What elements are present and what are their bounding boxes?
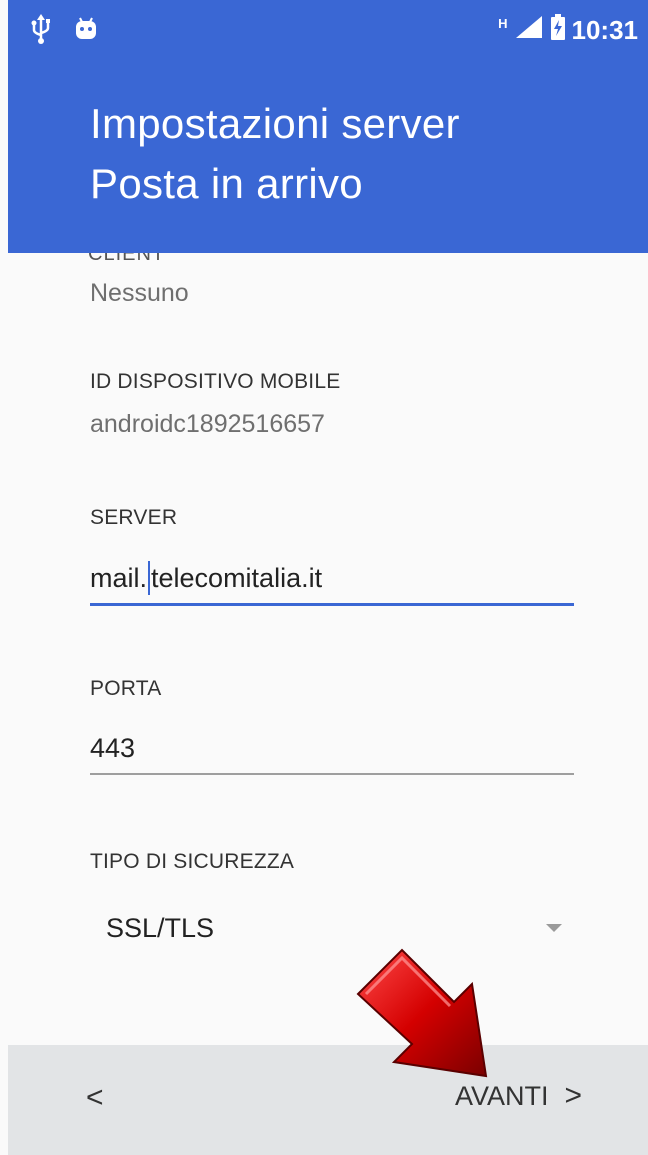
status-left-icons (30, 14, 98, 49)
page-title-line1: Impostazioni server (90, 100, 460, 147)
chevron-right-icon: > (564, 1079, 582, 1112)
signal-icon (514, 14, 544, 47)
device-id-label: ID DISPOSITIVO MOBILE (90, 370, 341, 393)
security-type-label: TIPO DI SICUREZZA (90, 850, 295, 873)
status-right: H 10:31 (498, 14, 638, 47)
clock: 10:31 (571, 15, 639, 45)
server-input-text-after: telecomitalia.it (151, 562, 323, 593)
text-caret (148, 561, 151, 595)
battery-icon (550, 14, 566, 47)
red-pointer-arrow-icon (356, 948, 488, 1078)
dropdown-arrow-icon (546, 924, 562, 932)
page-title-line2: Posta in arrivo (90, 160, 363, 207)
server-input-text-before: mail. (90, 562, 148, 593)
device-id-value: androidc1892516657 (90, 410, 325, 438)
app-bar: H 10:31 Impostazioni server Posta in arr… (8, 0, 648, 253)
security-type-value: SSL/TLS (106, 912, 215, 943)
usb-icon (30, 14, 52, 49)
port-input[interactable]: 443 (90, 723, 574, 775)
client-label: CLIENT (88, 253, 166, 265)
android-debug-icon (74, 17, 98, 46)
server-settings-form: CLIENT Nessuno ID DISPOSITIVO MOBILE and… (8, 253, 648, 1045)
port-label: PORTA (90, 677, 162, 700)
status-bar: H 10:31 (8, 0, 648, 62)
network-type: H (498, 16, 508, 31)
phone-screen: H 10:31 Impostazioni server Posta in arr… (0, 0, 648, 1155)
page-title: Impostazioni server Posta in arrivo (90, 94, 460, 214)
server-input[interactable]: mail. telecomitalia.it (90, 553, 574, 606)
server-label: SERVER (90, 506, 178, 529)
bottom-nav-bar: < AVANTI > (8, 1045, 648, 1155)
back-button[interactable]: < (86, 1081, 104, 1115)
client-value: Nessuno (90, 279, 189, 307)
port-input-text: 443 (90, 732, 136, 763)
